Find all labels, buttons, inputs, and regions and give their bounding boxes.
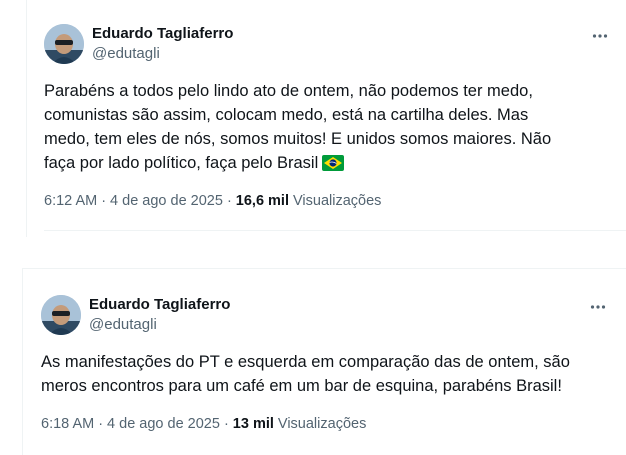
views-count: 16,6 mil xyxy=(235,193,289,209)
tweet-meta: 6:18 AM · 4 de ago de 2025 · 13 mil Visualiz… xyxy=(41,414,366,434)
tweet-date[interactable]: 4 de ago de 2025 xyxy=(107,416,220,432)
avatar[interactable] xyxy=(44,24,84,64)
views-count: 13 mil xyxy=(232,416,274,432)
tweet-text-line-last: faça por lado político, faça pelo Brasil xyxy=(44,151,551,175)
tweet-time[interactable]: 6:12 AM xyxy=(44,193,97,209)
tweet-text: As manifestações do PT e esquerda em com… xyxy=(41,350,570,398)
avatar-photo xyxy=(41,295,81,335)
meta-separator: · xyxy=(101,193,107,209)
tweet-card[interactable]: Eduardo Tagliaferro @edutagli Parabéns a… xyxy=(26,0,626,237)
tweet-text-line: meros encontros para um café em um bar d… xyxy=(41,377,562,395)
tweet-date[interactable]: 4 de ago de 2025 xyxy=(110,193,223,209)
more-options-button[interactable] xyxy=(589,26,611,46)
tweet-card[interactable]: Eduardo Tagliaferro @edutagli As manifes… xyxy=(22,268,626,455)
tweet-text: Parabéns a todos pelo lindo ato de ontem… xyxy=(44,79,551,175)
author-handle[interactable]: @edutagli xyxy=(89,315,157,335)
tweet-text-line: medo, tem eles de nós, somos muitos! E u… xyxy=(44,130,552,148)
tweet-meta: 6:12 AM · 4 de ago de 2025 · 16,6 mil Visual… xyxy=(44,191,381,211)
views-label: Visualizações xyxy=(277,416,367,432)
author-name[interactable]: Eduardo Tagliaferro xyxy=(92,24,233,44)
author-handle[interactable]: @edutagli xyxy=(92,44,160,64)
tweet-text-line: comunistas são assim, colocam medo, está… xyxy=(44,106,529,124)
more-options-button[interactable] xyxy=(587,297,609,317)
more-horizontal-icon xyxy=(592,34,608,38)
tweet-feed: Eduardo Tagliaferro @edutagli Parabéns a… xyxy=(0,0,626,455)
tweet-text-line: As manifestações do PT e esquerda em com… xyxy=(41,353,570,371)
meta-separator: · xyxy=(226,193,232,209)
author-name[interactable]: Eduardo Tagliaferro xyxy=(89,295,230,315)
views-label: Visualizações xyxy=(293,193,382,209)
more-horizontal-icon xyxy=(590,305,606,309)
tweet-time[interactable]: 6:18 AM xyxy=(41,416,94,432)
tweet-text-line: Parabéns a todos pelo lindo ato de ontem… xyxy=(44,82,533,100)
tweet-text-segment: faça por lado político, faça pelo Brasil xyxy=(44,154,319,172)
meta-separator: · xyxy=(223,416,229,432)
divider xyxy=(44,230,626,231)
brazil-flag-emoji xyxy=(322,155,345,171)
meta-separator: · xyxy=(98,416,104,432)
avatar[interactable] xyxy=(41,295,81,335)
avatar-photo xyxy=(44,24,84,64)
